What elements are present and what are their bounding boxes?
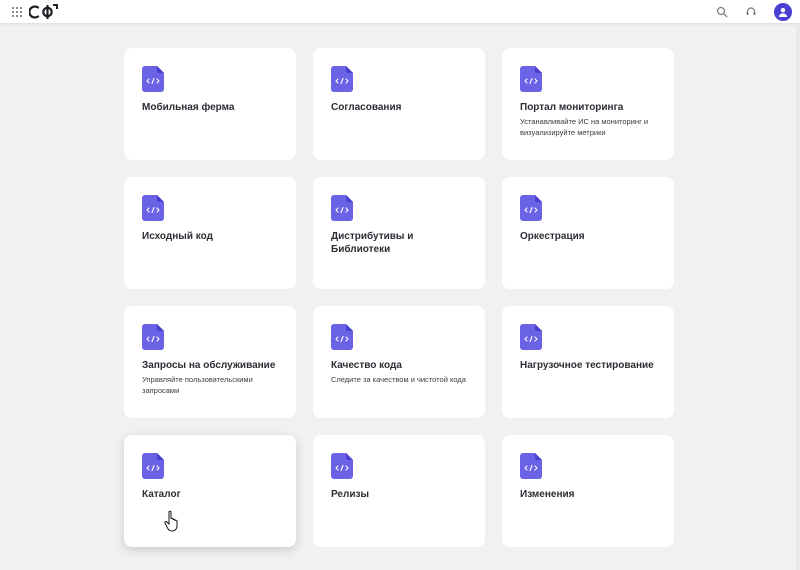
code-file-icon	[331, 66, 353, 92]
top-bar	[0, 0, 800, 24]
apps-grid-icon[interactable]	[12, 7, 22, 17]
logo[interactable]	[29, 3, 59, 21]
service-card-releases[interactable]: Релизы	[313, 435, 485, 547]
card-title: Изменения	[520, 489, 575, 500]
card-title: Оркестрация	[520, 231, 585, 242]
service-card-service-requests[interactable]: Запросы на обслуживание Управляйте пользо…	[124, 306, 296, 418]
code-file-icon	[142, 66, 164, 92]
card-title: Исходный код	[142, 231, 213, 242]
services-grid: Мобильная ферма Согласования Портал мони…	[124, 48, 674, 547]
card-title: Запросы на обслуживание	[142, 360, 276, 371]
scrollbar-track[interactable]	[796, 24, 800, 570]
service-card-changes[interactable]: Изменения	[502, 435, 674, 547]
card-title: Нагрузочное тестирование	[520, 360, 654, 371]
code-file-icon	[520, 453, 542, 479]
service-card-source-code[interactable]: Исходный код	[124, 177, 296, 289]
search-icon[interactable]	[716, 6, 728, 18]
card-title: Согласования	[331, 102, 402, 113]
code-file-icon	[331, 195, 353, 221]
card-title: Качество кода	[331, 360, 402, 371]
code-file-icon	[520, 324, 542, 350]
code-file-icon	[520, 195, 542, 221]
code-file-icon	[142, 324, 164, 350]
service-card-distributions-libraries[interactable]: Дистрибутивы и Библиотеки	[313, 177, 485, 289]
service-card-code-quality[interactable]: Качество кода Следите за качеством и чист…	[313, 306, 485, 418]
card-description: Управляйте пользовательскими запросами	[142, 375, 253, 395]
card-title: Дистрибутивы и Библиотеки	[331, 231, 414, 255]
service-card-mobile-farm[interactable]: Мобильная ферма	[124, 48, 296, 160]
code-file-icon	[142, 453, 164, 479]
user-avatar-icon[interactable]	[774, 3, 792, 21]
service-card-catalog[interactable]: Каталог	[124, 435, 296, 547]
support-icon[interactable]	[745, 6, 757, 18]
card-description: Следите за качеством и чистотой кода	[331, 375, 466, 384]
service-card-approvals[interactable]: Согласования	[313, 48, 485, 160]
card-title: Портал мониторинга	[520, 102, 624, 113]
service-card-monitoring-portal[interactable]: Портал мониторинга Устанавливайте ИС на м…	[502, 48, 674, 160]
card-description: Устанавливайте ИС на мониторинг и визуал…	[520, 117, 649, 137]
code-file-icon	[142, 195, 164, 221]
code-file-icon	[520, 66, 542, 92]
card-title: Релизы	[331, 489, 369, 500]
card-title: Каталог	[142, 489, 181, 500]
service-card-orchestration[interactable]: Оркестрация	[502, 177, 674, 289]
service-card-load-testing[interactable]: Нагрузочное тестирование	[502, 306, 674, 418]
code-file-icon	[331, 453, 353, 479]
code-file-icon	[331, 324, 353, 350]
card-title: Мобильная ферма	[142, 102, 235, 113]
